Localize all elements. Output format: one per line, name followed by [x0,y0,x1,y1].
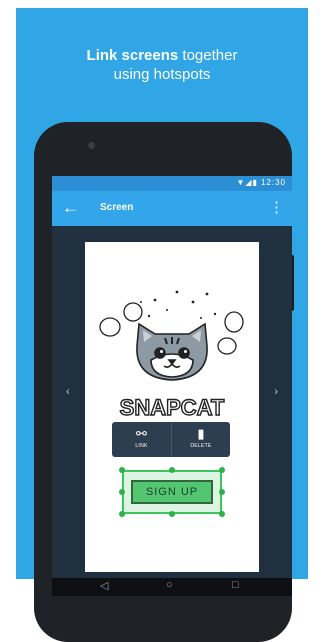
resize-handle-top-right[interactable] [219,467,225,473]
status-icons: ▼◢▮ 12:30 [236,178,286,187]
resize-handle-bottom[interactable] [169,511,175,517]
screen-canvas[interactable]: SNAPCAT ⚯ LINK ▮ DELETE SIGN UP [85,242,259,572]
link-label: LINK [135,443,148,449]
cat-illustration [99,290,244,381]
system-nav-bar: ◁ ○ □ [52,578,292,596]
resize-handle-top-left[interactable] [119,467,125,473]
resize-handle-left[interactable] [119,489,125,495]
home-nav-icon[interactable]: ○ [166,579,173,591]
recents-nav-icon[interactable]: □ [232,579,239,591]
signal-battery-icon: ▼◢▮ [236,178,258,187]
resize-handle-right[interactable] [219,489,225,495]
resize-handle-top[interactable] [169,467,175,473]
headline-line1-rest: together [178,47,238,64]
more-vert-icon[interactable]: ⋮ [269,200,284,216]
status-time: 12:30 [260,178,286,187]
camera-icon [88,142,95,149]
status-bar: ▼◢▮ 12:30 [52,176,292,191]
snapcat-logo-text: SNAPCAT [120,395,225,420]
hotspot-selection[interactable]: SIGN UP [119,467,225,517]
arrow-back-icon[interactable]: ← [62,198,79,218]
next-screen-button[interactable]: › [274,386,278,398]
stars [140,290,217,319]
hotspot-toolbar: ⚯ LINK ▮ DELETE [112,422,230,457]
resize-handle-bottom-left[interactable] [119,511,125,517]
headline-bold: Link screens [86,47,179,64]
headline: Link screens together using hotspots [16,46,308,84]
cat-head [136,322,208,381]
signup-button[interactable]: SIGN UP [131,480,213,504]
back-nav-icon[interactable]: ◁ [100,579,108,592]
snapcat-logo: SNAPCAT [119,394,226,420]
headline-line2: using hotspots [113,66,211,83]
previous-screen-button[interactable]: ‹ [66,386,70,398]
link-icon: ⚯ [136,426,147,441]
link-button[interactable]: ⚯ LINK [112,422,171,457]
phone-screen: ▼◢▮ 12:30 ← Screen ⋮ ‹ › SNAPCAT ⚯ LINK … [52,176,292,596]
app-bar-title: Screen [100,202,134,213]
resize-handle-bottom-right[interactable] [219,511,225,517]
delete-button[interactable]: ▮ DELETE [171,422,230,457]
trash-icon: ▮ [197,426,205,441]
delete-label: DELETE [190,443,212,449]
app-bar: ← Screen ⋮ [52,191,292,226]
